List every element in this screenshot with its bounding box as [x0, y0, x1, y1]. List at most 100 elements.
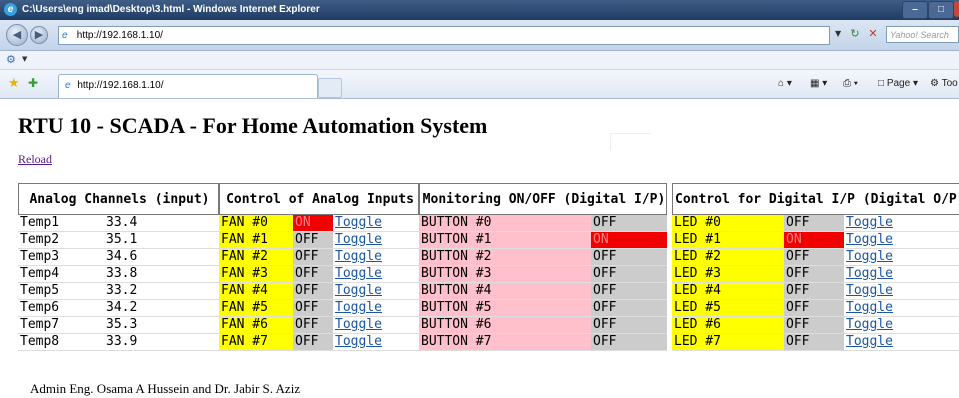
reload-link[interactable]: Reload: [18, 152, 52, 167]
fan-toggle-link[interactable]: Toggle: [335, 266, 382, 281]
table-row: BUTTON #2 OFF: [419, 249, 667, 266]
table-row: FAN #2 OFF Toggle: [219, 249, 419, 266]
button-label: BUTTON #0: [419, 215, 591, 232]
forward-button[interactable]: ▶: [30, 26, 48, 44]
channel-name: Temp4: [18, 266, 104, 283]
table-row: LED #6 OFF Toggle: [672, 317, 959, 334]
window-title: C:\Users\eng imad\Desktop\3.html - Windo…: [22, 4, 320, 15]
fan-state: OFF: [293, 317, 333, 334]
channel-name: Temp5: [18, 283, 104, 300]
minimize-button[interactable]: –: [902, 1, 928, 19]
close-button[interactable]: [954, 1, 959, 17]
channel-value: 34.2: [104, 300, 219, 317]
table-row: BUTTON #6 OFF: [419, 317, 667, 334]
page-icon: e: [65, 80, 71, 91]
tab-row: ★ ✚ e http://192.168.1.10/ ⌂ ▾ ▦ ▾ ⎙ ▾ □…: [0, 70, 959, 99]
page-menu[interactable]: □ Page ▾: [878, 78, 918, 89]
stop-icon[interactable]: ✕: [866, 27, 880, 41]
fan-toggle-link[interactable]: Toggle: [335, 232, 382, 247]
fan-state: ON: [293, 215, 333, 232]
led-toggle-link[interactable]: Toggle: [846, 266, 893, 281]
back-button[interactable]: ◀: [6, 24, 28, 46]
led-toggle-link[interactable]: Toggle: [846, 283, 893, 298]
led-toggle-cell: Toggle: [844, 300, 959, 317]
fan-toggle-cell: Toggle: [333, 249, 419, 266]
led-label: LED #5: [672, 300, 784, 317]
channel-name: Temp1: [18, 215, 104, 232]
fan-toggle-link[interactable]: Toggle: [335, 334, 382, 349]
favorites-star-icon[interactable]: ★: [8, 76, 20, 91]
button-label: BUTTON #2: [419, 249, 591, 266]
fan-label: FAN #5: [219, 300, 293, 317]
table-row: FAN #1 OFF Toggle: [219, 232, 419, 249]
fan-label: FAN #3: [219, 266, 293, 283]
channel-name: Temp2: [18, 232, 104, 249]
table-row: Temp4 33.8: [18, 266, 219, 283]
button-label: BUTTON #6: [419, 317, 591, 334]
channel-value: 33.4: [104, 215, 219, 232]
ie-tools-icon[interactable]: ⚙: [6, 53, 16, 66]
table-row: BUTTON #0 OFF: [419, 215, 667, 232]
led-state: OFF: [784, 215, 844, 232]
led-state: OFF: [784, 249, 844, 266]
analog-header: Analog Channels (input): [18, 183, 219, 215]
table-row: Temp6 34.2: [18, 300, 219, 317]
led-toggle-cell: Toggle: [844, 215, 959, 232]
led-state: OFF: [784, 300, 844, 317]
led-toggle-link[interactable]: Toggle: [846, 249, 893, 264]
new-tab-button[interactable]: [318, 78, 342, 98]
channel-value: 35.1: [104, 232, 219, 249]
address-text: http://192.168.1.10/: [76, 30, 163, 41]
led-toggle-cell: Toggle: [844, 317, 959, 334]
channel-value: 33.2: [104, 283, 219, 300]
address-dropdown-icon[interactable]: ▼: [835, 29, 841, 38]
led-toggle-link[interactable]: Toggle: [846, 334, 893, 349]
address-field[interactable]: e http://192.168.1.10/: [58, 26, 830, 45]
button-state: OFF: [591, 266, 667, 283]
led-toggle-cell: Toggle: [844, 266, 959, 283]
led-toggle-link[interactable]: Toggle: [846, 215, 893, 230]
table-row: BUTTON #3 OFF: [419, 266, 667, 283]
led-label: LED #4: [672, 283, 784, 300]
fan-toggle-link[interactable]: Toggle: [335, 215, 382, 230]
search-input[interactable]: Yahoo! Search: [886, 26, 959, 43]
refresh-icon[interactable]: ↻: [848, 27, 862, 41]
channel-name: Temp8: [18, 334, 104, 351]
button-state: OFF: [591, 249, 667, 266]
chevron-down-icon[interactable]: ▼: [22, 55, 27, 63]
fan-label: FAN #2: [219, 249, 293, 266]
maximize-button[interactable]: □: [928, 1, 954, 19]
table-row: FAN #0 ON Toggle: [219, 215, 419, 232]
channel-name: Temp3: [18, 249, 104, 266]
led-toggle-link[interactable]: Toggle: [846, 232, 893, 247]
print-icon[interactable]: ⎙ ▾: [843, 78, 858, 89]
led-toggle-link[interactable]: Toggle: [846, 317, 893, 332]
fan-label: FAN #4: [219, 283, 293, 300]
fan-toggle-link[interactable]: Toggle: [335, 283, 382, 298]
home-icon[interactable]: ⌂ ▾: [778, 78, 792, 89]
analog-channels-table: Analog Channels (input) Temp1 33.4 Temp2 35…: [18, 183, 219, 351]
table-row: Temp3 34.6: [18, 249, 219, 266]
fan-toggle-link[interactable]: Toggle: [335, 317, 382, 332]
button-state: ON: [591, 232, 667, 249]
channel-value: 34.6: [104, 249, 219, 266]
add-favorites-icon[interactable]: ✚: [28, 76, 38, 90]
led-toggle-link[interactable]: Toggle: [846, 300, 893, 315]
fan-state: OFF: [293, 334, 333, 351]
fan-label: FAN #1: [219, 232, 293, 249]
fan-label: FAN #6: [219, 317, 293, 334]
channel-value: 33.9: [104, 334, 219, 351]
tools-menu[interactable]: ⚙ Too: [930, 78, 958, 89]
fan-toggle-link[interactable]: Toggle: [335, 300, 382, 315]
window-title-bar: e C:\Users\eng imad\Desktop\3.html - Win…: [0, 0, 959, 20]
led-state: OFF: [784, 283, 844, 300]
feeds-icon[interactable]: ▦ ▾: [810, 78, 827, 89]
button-label: BUTTON #7: [419, 334, 591, 351]
led-toggle-cell: Toggle: [844, 232, 959, 249]
led-toggle-cell: Toggle: [844, 249, 959, 266]
led-label: LED #7: [672, 334, 784, 351]
fan-toggle-link[interactable]: Toggle: [335, 249, 382, 264]
led-state: ON: [784, 232, 844, 249]
tab-current[interactable]: e http://192.168.1.10/: [58, 74, 318, 98]
tab-label: http://192.168.1.10/: [77, 80, 164, 91]
